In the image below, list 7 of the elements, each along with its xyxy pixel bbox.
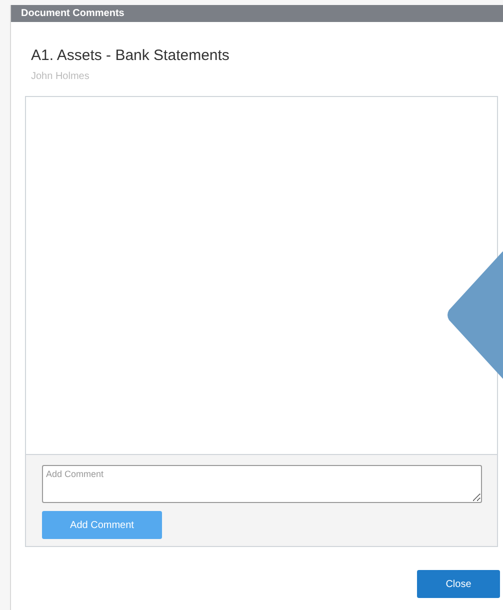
comment-field[interactable]: Add Comment	[42, 465, 482, 503]
add-comment-button[interactable]: Add Comment	[42, 511, 162, 539]
arrow-icon	[446, 250, 503, 380]
close-button[interactable]: Close	[417, 570, 500, 598]
document-title: A1. Assets - Bank Statements	[31, 47, 230, 65]
dialog-title: Document Comments	[11, 5, 503, 22]
author-name: John Holmes	[31, 70, 90, 84]
